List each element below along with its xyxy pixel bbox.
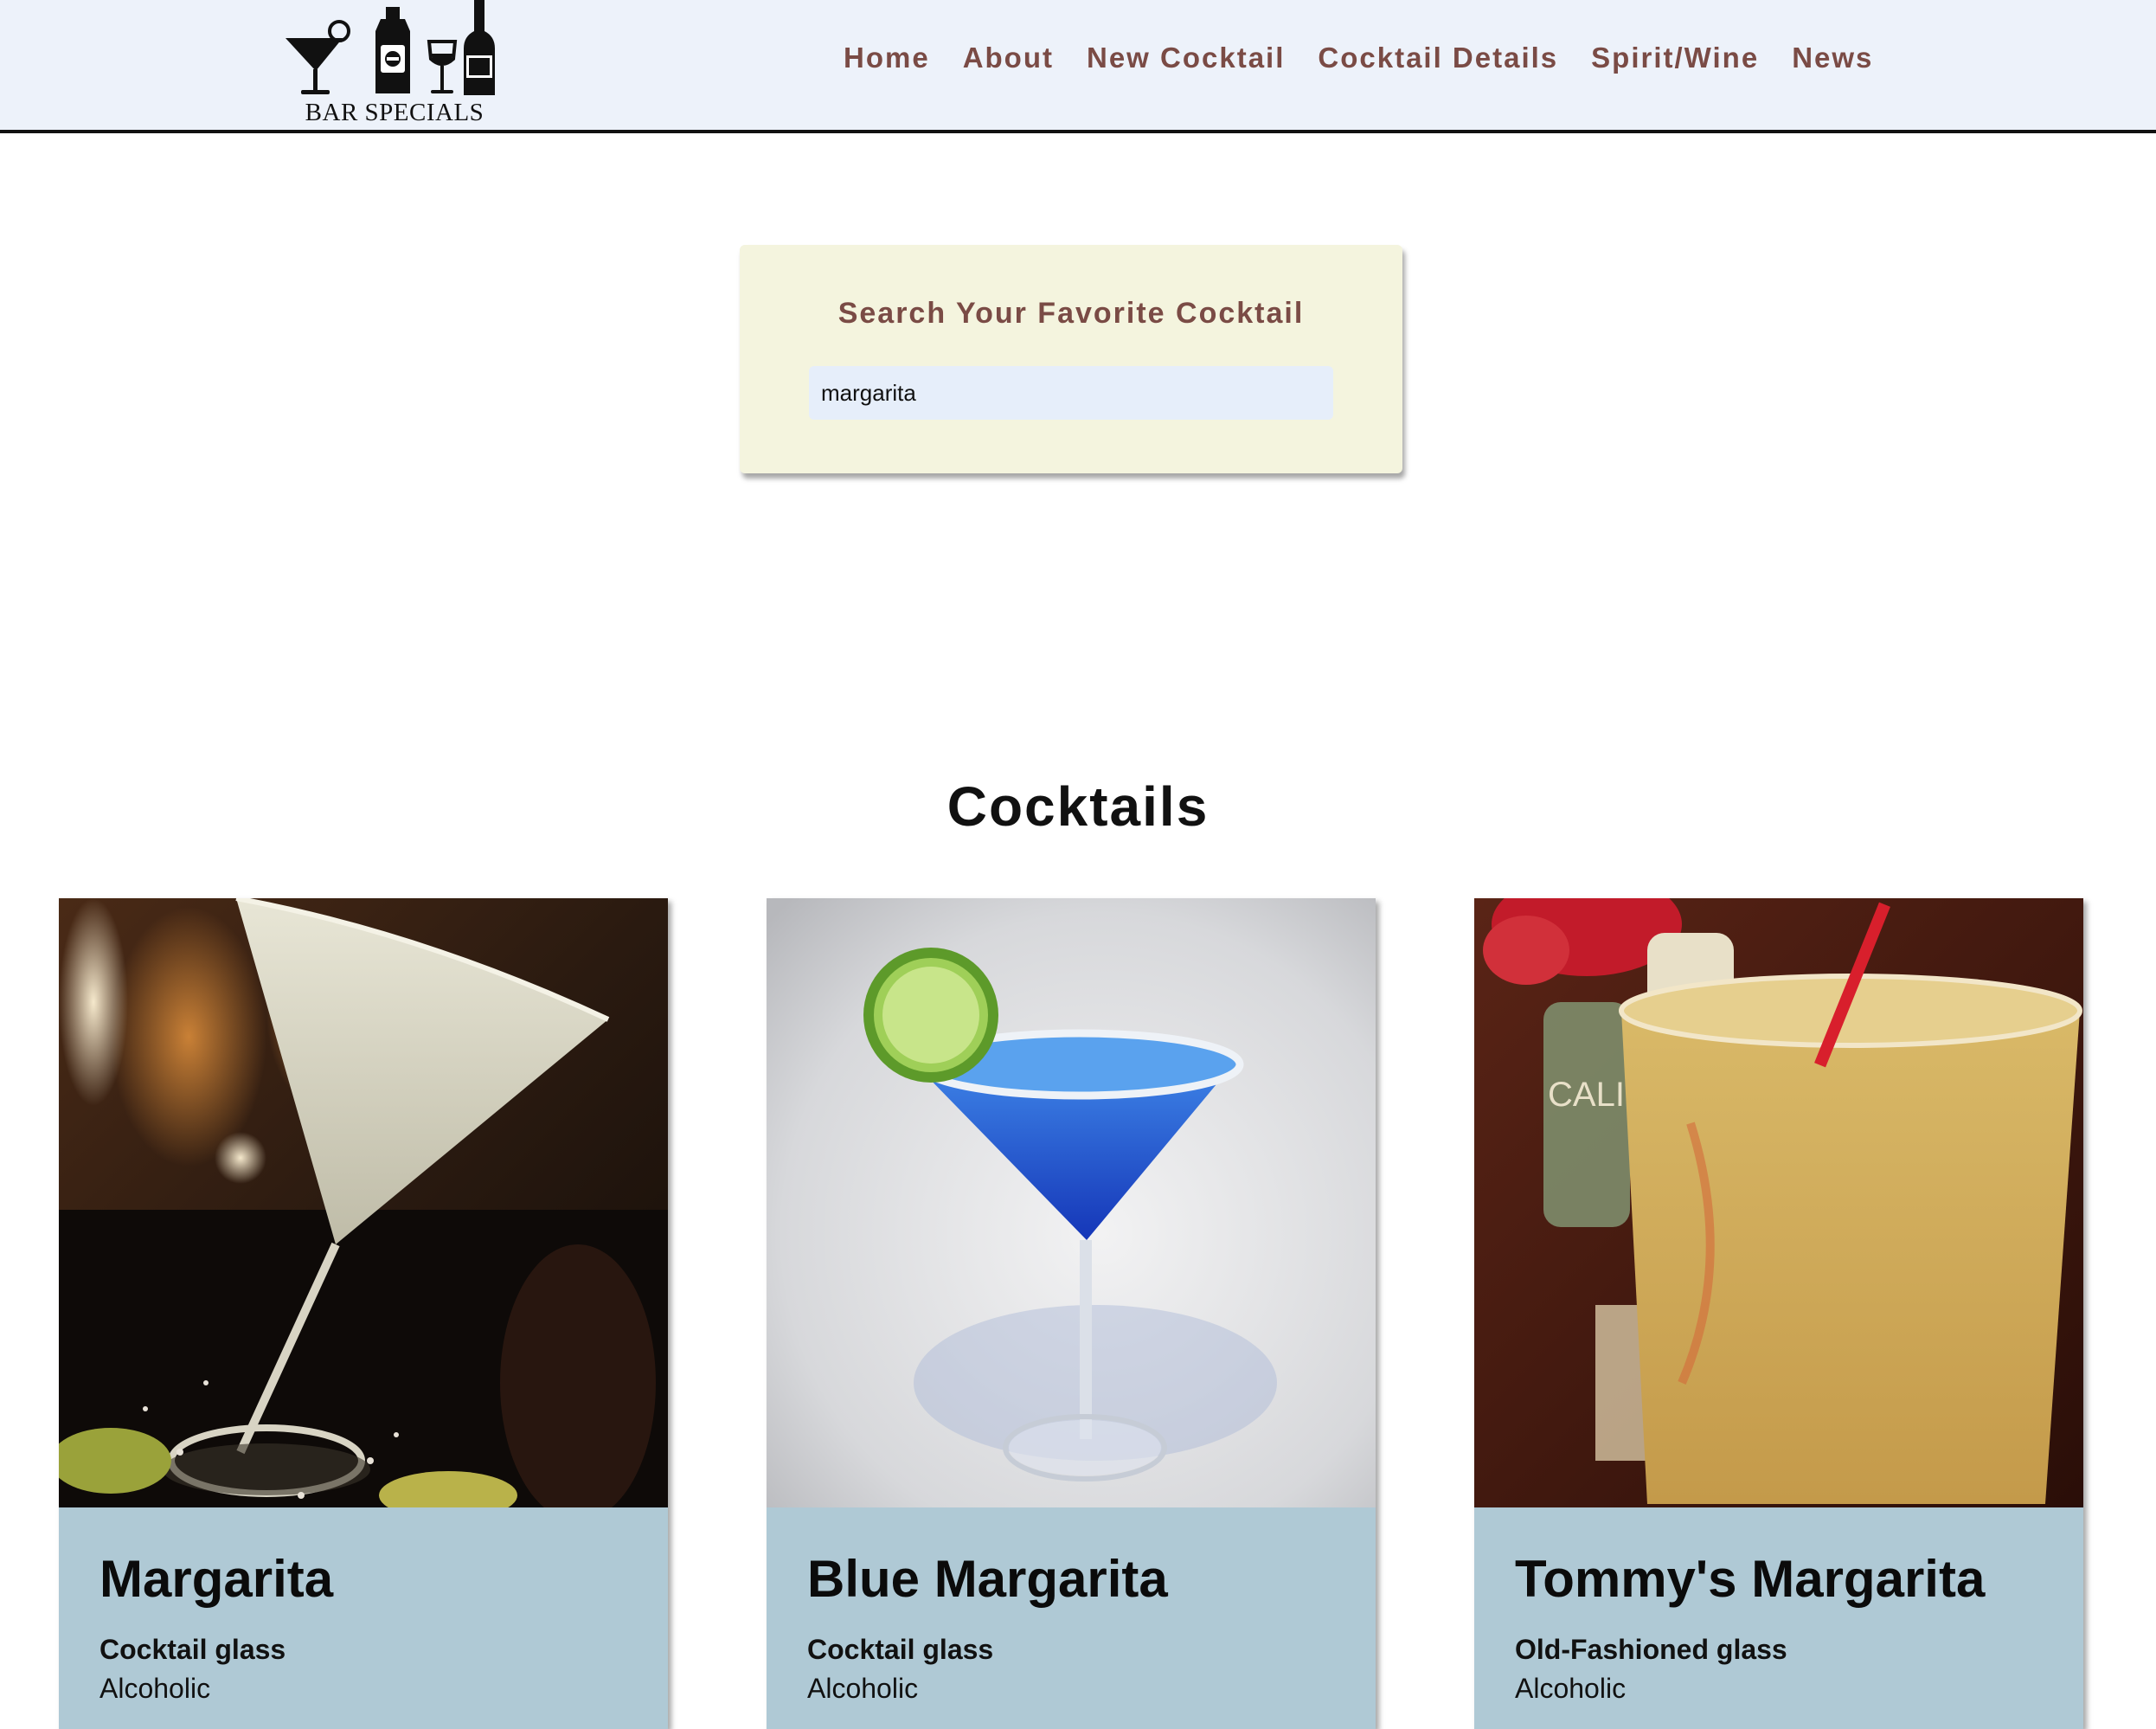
nav-about[interactable]: About bbox=[963, 42, 1054, 74]
nav-spirit-wine[interactable]: Spirit/Wine bbox=[1591, 42, 1759, 74]
cocktail-name: Margarita bbox=[99, 1550, 334, 1608]
blue-margarita-photo bbox=[767, 898, 1376, 1507]
cocktail-card[interactable]: CALIS Tommy's Margarita Old-Fashioned gl… bbox=[1474, 898, 2083, 1729]
cocktail-card[interactable]: Blue Margarita Cocktail glass Alcoholic bbox=[767, 898, 1376, 1729]
search-input[interactable] bbox=[809, 366, 1333, 420]
margarita-photo bbox=[59, 898, 668, 1507]
search-form: Search Your Favorite Cocktail bbox=[740, 245, 1402, 473]
nav-cocktail-details[interactable]: Cocktail Details bbox=[1318, 42, 1558, 74]
cocktails-heading: Cocktails bbox=[946, 775, 1210, 838]
nav-news[interactable]: News bbox=[1792, 42, 1873, 74]
nav-new-cocktail[interactable]: New Cocktail bbox=[1087, 42, 1285, 74]
cocktail-glass: Cocktail glass bbox=[99, 1634, 286, 1665]
nav-home[interactable]: Home bbox=[844, 42, 930, 74]
cocktail-card[interactable]: Margarita Cocktail glass Alcoholic bbox=[59, 898, 668, 1729]
logo-text: BAR SPECIALS bbox=[305, 99, 484, 126]
bar-glasses-bottles-icon bbox=[286, 0, 495, 95]
cocktail-glass: Cocktail glass bbox=[807, 1634, 994, 1665]
tommys-margarita-photo: CALIS bbox=[1474, 898, 2083, 1507]
main-nav: Home About New Cocktail Cocktail Details… bbox=[844, 42, 1873, 74]
bar-specials-logo[interactable]: BAR SPECIALS bbox=[282, 0, 507, 130]
cocktail-name: Tommy's Margarita bbox=[1515, 1550, 1986, 1608]
navbar: BAR SPECIALS Home About New Cocktail Coc… bbox=[0, 0, 2156, 133]
cocktail-name: Blue Margarita bbox=[807, 1550, 1168, 1608]
cocktail-glass: Old-Fashioned glass bbox=[1515, 1634, 1787, 1665]
search-title: Search Your Favorite Cocktail bbox=[837, 297, 1305, 330]
